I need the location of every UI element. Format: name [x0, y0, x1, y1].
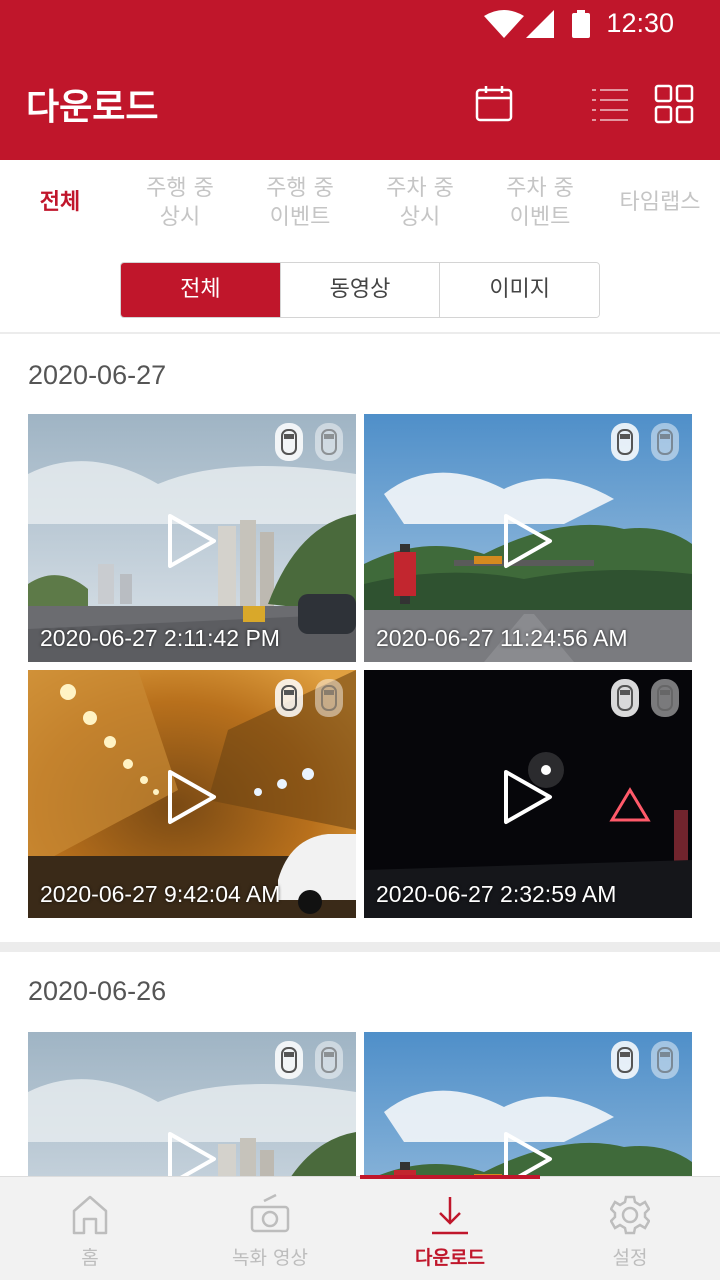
- rear-camera-icon: [651, 423, 679, 461]
- home-icon: [72, 1195, 108, 1235]
- nav-home[interactable]: 홈: [0, 1177, 180, 1280]
- nav-label: 설정: [612, 1247, 648, 1269]
- tab-label: 이벤트: [509, 205, 571, 230]
- list-view-icon[interactable]: [590, 84, 630, 124]
- page-title: 다운로드: [26, 87, 159, 128]
- video-thumbnail[interactable]: 2020-06-27 2:32:59 AM: [364, 670, 692, 918]
- front-camera-icon: [611, 423, 639, 461]
- section-date: 2020-06-27: [28, 360, 167, 390]
- segment-image[interactable]: 이미지: [439, 263, 599, 317]
- tab-parking-event[interactable]: 주차 중 이벤트: [480, 174, 600, 232]
- play-icon: [168, 1132, 216, 1176]
- tab-label: 주차 중: [386, 176, 454, 201]
- filter-area: 전체 주행 중 상시 주행 중 이벤트 주차 중 상시 주차 중 이벤트 타임랩…: [0, 160, 720, 332]
- nav-settings[interactable]: 설정: [540, 1177, 720, 1280]
- tab-label: 전체: [39, 190, 81, 215]
- rear-camera-icon: [651, 679, 679, 717]
- video-timestamp: 2020-06-27 2:11:42 PM: [40, 625, 280, 651]
- tab-label: 주차 중: [506, 176, 574, 201]
- nav-label: 홈: [81, 1247, 99, 1269]
- rear-camera-icon: [651, 1041, 679, 1079]
- tab-timelapse[interactable]: 타임랩스: [600, 188, 720, 217]
- segment-video[interactable]: 동영상: [279, 263, 440, 317]
- battery-icon: [572, 10, 590, 38]
- nav-label: 다운로드: [415, 1247, 485, 1269]
- video-thumbnail[interactable]: 2020-06-27 2:11:42 PM: [28, 414, 356, 662]
- tab-all[interactable]: 전체: [0, 188, 120, 217]
- segment-all[interactable]: 전체: [121, 263, 280, 317]
- video-timestamp: 2020-06-27 9:42:04 AM: [40, 881, 281, 907]
- camera-icon: [250, 1193, 290, 1233]
- status-time: 12:30: [606, 8, 674, 38]
- download-icon: [432, 1197, 468, 1235]
- tab-label: 타임랩스: [619, 190, 701, 215]
- grid-view-icon[interactable]: [654, 84, 694, 124]
- date-section: 2020-06-27 2020-06-27 2:11:42 PM 2020-06…: [0, 334, 720, 942]
- tab-label: 상시: [159, 205, 201, 230]
- tab-label: 주행 중: [266, 176, 334, 201]
- date-section: 2020-06-26: [0, 952, 720, 1176]
- tab-label: 주행 중: [146, 176, 214, 201]
- play-icon: [168, 514, 216, 568]
- section-date: 2020-06-26: [28, 976, 167, 1006]
- nav-download[interactable]: 다운로드: [360, 1177, 540, 1280]
- media-type-segmented-control: 전체 동영상 이미지: [120, 262, 600, 318]
- front-camera-icon: [275, 423, 303, 461]
- play-icon: [504, 514, 552, 568]
- tab-label: 상시: [399, 205, 441, 230]
- tab-label: 이벤트: [269, 205, 331, 230]
- wifi-icon: [484, 10, 524, 38]
- calendar-icon[interactable]: [474, 84, 514, 124]
- tab-driving-continuous[interactable]: 주행 중 상시: [120, 174, 240, 232]
- bottom-navigation: 홈 녹화 영상 다운로드 설정: [0, 1175, 720, 1280]
- front-camera-icon: [275, 679, 303, 717]
- nav-label: 녹화 영상: [232, 1247, 308, 1269]
- play-icon: [504, 770, 552, 824]
- gear-icon: [610, 1195, 650, 1235]
- video-timestamp: 2020-06-27 2:32:59 AM: [376, 881, 617, 907]
- tab-driving-event[interactable]: 주행 중 이벤트: [240, 174, 360, 232]
- front-camera-icon: [611, 1041, 639, 1079]
- video-thumbnail[interactable]: [28, 1032, 356, 1176]
- play-icon: [504, 1132, 552, 1176]
- status-bar: 12:30: [0, 0, 720, 48]
- front-camera-icon: [611, 679, 639, 717]
- video-thumbnail[interactable]: 2020-06-27 11:24:56 AM: [364, 414, 692, 662]
- video-timestamp: 2020-06-27 11:24:56 AM: [376, 625, 628, 651]
- video-thumbnail[interactable]: 2020-06-27 9:42:04 AM: [28, 670, 356, 918]
- tab-parking-continuous[interactable]: 주차 중 상시: [360, 174, 480, 232]
- rear-camera-icon: [315, 423, 343, 461]
- signal-icon: [526, 10, 554, 38]
- play-icon: [168, 770, 216, 824]
- front-camera-icon: [275, 1041, 303, 1079]
- video-thumbnail[interactable]: [364, 1032, 692, 1176]
- rear-camera-icon: [315, 1041, 343, 1079]
- app-bar: 12:30 다운로드: [0, 0, 720, 160]
- rear-camera-icon: [315, 679, 343, 717]
- nav-recordings[interactable]: 녹화 영상: [180, 1177, 360, 1280]
